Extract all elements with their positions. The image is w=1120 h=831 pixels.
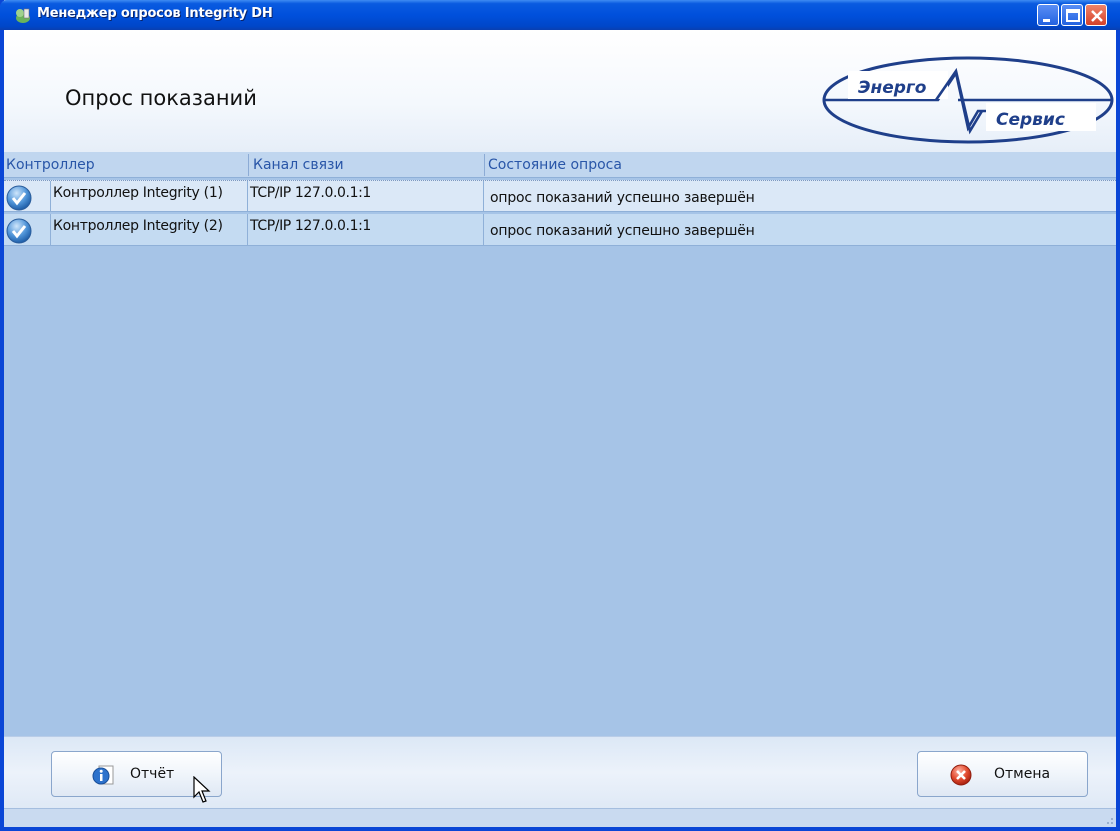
close-button[interactable] [1085,4,1107,26]
footer-panel: Отчёт Отмена [4,736,1116,808]
column-divider[interactable] [484,154,485,176]
cell-status: опрос показаний успешно завершён [490,190,755,206]
svg-text:Сервис: Сервис [996,110,1065,130]
maximize-button[interactable] [1061,4,1083,26]
cell-controller: Контроллер Integrity (1) [50,181,248,212]
column-header-channel[interactable]: Канал связи [251,155,344,175]
close-icon [1091,10,1103,22]
cell-channel: TCP/IP 127.0.0.1:1 [248,181,484,212]
minimize-icon [1043,19,1050,22]
resize-grip-icon[interactable] [1102,813,1114,825]
check-circle-icon [6,185,32,211]
cell-controller: Контроллер Integrity (2) [50,214,248,245]
report-button-label: Отчёт [130,766,175,782]
company-logo: Энерго Сервис [822,56,1114,144]
title-bar[interactable]: Менеджер опросов Integrity DH [0,0,1120,30]
svg-text:Энерго: Энерго [858,78,927,98]
table-row[interactable]: Контроллер Integrity (1) TCP/IP 127.0.0.… [4,180,1116,212]
info-icon [92,765,114,785]
cancel-button[interactable]: Отмена [917,751,1088,797]
poll-table: Контроллер Канал связи Состояние опроса … [4,152,1116,736]
status-bar [4,808,1116,827]
app-icon [16,8,30,23]
column-header-status[interactable]: Состояние опроса [486,155,622,175]
minimize-button[interactable] [1037,4,1059,26]
main-window: Менеджер опросов Integrity DH Опрос пока… [0,0,1120,831]
cell-channel: TCP/IP 127.0.0.1:1 [248,214,484,245]
column-header-controller[interactable]: Контроллер [4,155,95,175]
table-row[interactable]: Контроллер Integrity (2) TCP/IP 127.0.0.… [4,214,1116,246]
window-title: Менеджер опросов Integrity DH [37,6,273,21]
header-panel: Опрос показаний Энерго Сервис [4,30,1116,152]
cancel-button-label: Отмена [994,766,1051,782]
table-header: Контроллер Канал связи Состояние опроса [4,152,1116,178]
column-divider[interactable] [248,154,249,176]
maximize-icon [1066,9,1080,22]
page-title: Опрос показаний [65,86,257,110]
cancel-icon [950,764,972,786]
check-circle-icon [6,218,32,244]
mouse-cursor-icon [193,776,211,803]
cell-status: опрос показаний успешно завершён [490,223,755,239]
